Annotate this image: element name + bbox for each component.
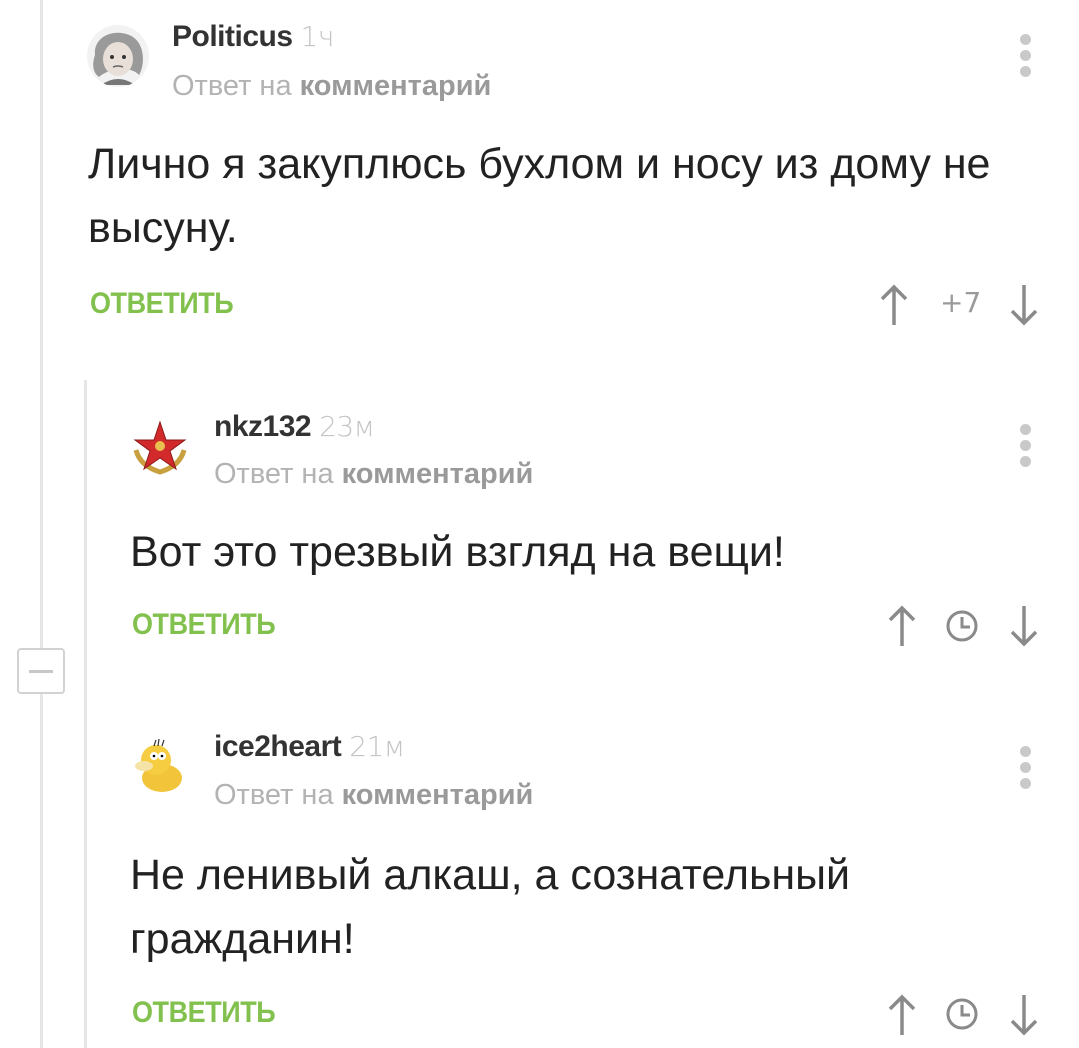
comment-text: Лично я закуплюсь бухлом и носу из дому …	[88, 140, 991, 252]
downvote-arrow-icon[interactable]	[1008, 283, 1040, 327]
comment-time: 1ч	[300, 20, 335, 53]
reply-button[interactable]: ОТВЕТИТЬ	[90, 287, 234, 321]
more-dots-icon[interactable]	[1018, 424, 1032, 472]
thread-line-outer	[40, 0, 43, 648]
comment-text: Вот это трезвый взгляд на вещи!	[130, 528, 785, 576]
reply-to-link[interactable]: Ответ на комментарий	[214, 458, 533, 491]
thread-line-outer	[40, 694, 43, 1048]
avatar[interactable]	[130, 416, 190, 476]
rating-value: +7	[940, 286, 982, 319]
avatar[interactable]	[130, 736, 190, 796]
reply-to-link[interactable]: Ответ на комментарий	[214, 779, 533, 812]
downvote-arrow-icon[interactable]	[1008, 993, 1040, 1037]
thread-line-nested	[84, 380, 87, 1048]
comment-text: Не ленивый алкаш, а сознательный граждан…	[130, 851, 851, 963]
upvote-arrow-icon[interactable]	[886, 993, 918, 1037]
comment-time: 23м	[319, 410, 375, 443]
comment-time: 21м	[349, 730, 405, 763]
reply-button[interactable]: ОТВЕТИТЬ	[132, 608, 276, 642]
more-dots-icon[interactable]	[1018, 746, 1032, 794]
upvote-arrow-icon[interactable]	[878, 283, 910, 327]
reply-to-link[interactable]: Ответ на комментарий	[172, 70, 491, 103]
username[interactable]: nkz132 23м	[214, 410, 375, 444]
more-dots-icon[interactable]	[1018, 34, 1032, 82]
collapse-minus-icon	[29, 669, 53, 673]
collapse-thread-button[interactable]	[17, 648, 65, 694]
clock-icon	[946, 610, 978, 642]
upvote-arrow-icon[interactable]	[886, 604, 918, 648]
avatar[interactable]	[87, 25, 149, 87]
downvote-arrow-icon[interactable]	[1008, 604, 1040, 648]
reply-button[interactable]: ОТВЕТИТЬ	[132, 996, 276, 1030]
username[interactable]: ice2heart 21м	[214, 730, 405, 764]
username[interactable]: Politicus 1ч	[172, 20, 334, 54]
clock-icon	[946, 998, 978, 1030]
